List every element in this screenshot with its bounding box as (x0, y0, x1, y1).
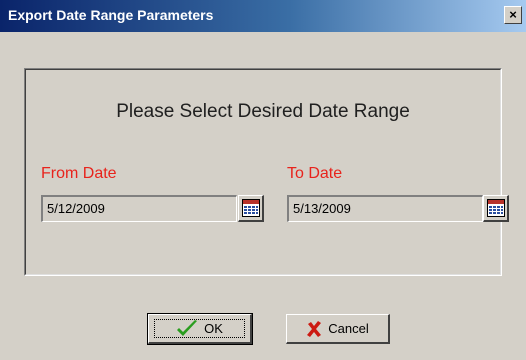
window-title: Export Date Range Parameters (8, 7, 214, 23)
ok-button[interactable]: OK (147, 313, 253, 345)
to-date-label: To Date (287, 165, 343, 182)
from-date-label: From Date (41, 165, 117, 182)
x-mark-icon (307, 320, 322, 337)
calendar-icon (487, 199, 505, 217)
from-date-field[interactable]: 5/12/2009 (41, 195, 237, 222)
cancel-button-label: Cancel (328, 321, 369, 336)
cancel-button[interactable]: Cancel (286, 314, 390, 344)
to-date-calendar-button[interactable] (483, 195, 509, 222)
date-range-panel: Please Select Desired Date Range From Da… (24, 68, 509, 276)
to-date-field[interactable]: 5/13/2009 (287, 195, 483, 222)
focus-rectangle (154, 319, 245, 338)
prompt-text: Please Select Desired Date Range (116, 101, 410, 122)
calendar-icon (242, 199, 260, 217)
dialog-window: Export Date Range Parameters × Please Se… (0, 0, 526, 360)
title-bar[interactable]: Export Date Range Parameters × (0, 0, 526, 32)
close-button[interactable]: × (504, 6, 522, 24)
from-date-calendar-button[interactable] (238, 195, 264, 222)
